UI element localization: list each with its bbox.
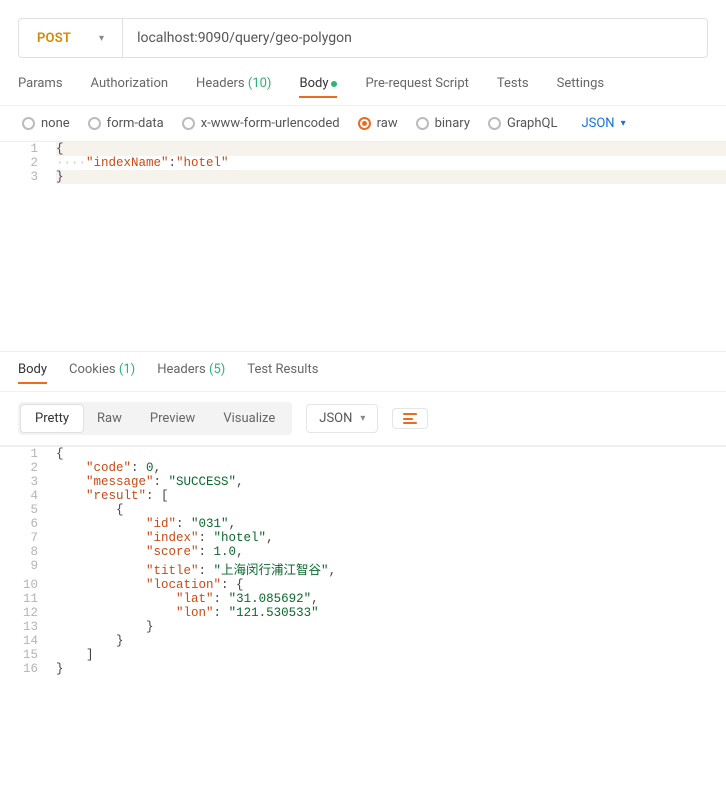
code-line: 8 "score": 1.0,: [0, 545, 726, 559]
line-number: 3: [0, 170, 56, 184]
body-type-graphql[interactable]: GraphQL: [488, 116, 557, 131]
chevron-down-icon: ▾: [621, 118, 626, 129]
line-content: "score": 1.0,: [56, 545, 726, 559]
line-number: 12: [0, 606, 56, 620]
body-type-formdata[interactable]: form-data: [88, 116, 164, 131]
tab-tests[interactable]: Tests: [497, 76, 529, 97]
code-line: 10 "location": {: [0, 578, 726, 592]
response-content-type-select[interactable]: JSON ▾: [306, 404, 378, 433]
line-content: "message": "SUCCESS",: [56, 475, 726, 489]
line-number: 2: [0, 156, 56, 170]
method-select[interactable]: POST ▾: [19, 19, 123, 57]
body-type-raw[interactable]: raw: [358, 116, 398, 131]
line-content: }: [56, 634, 726, 648]
line-content: "result": [: [56, 489, 726, 503]
line-content: }: [56, 662, 726, 676]
line-content: }: [56, 170, 726, 184]
line-content: {: [56, 142, 726, 156]
response-tab-headers[interactable]: Headers (5): [157, 362, 225, 383]
line-content: "location": {: [56, 578, 726, 592]
tab-params[interactable]: Params: [18, 76, 63, 97]
code-line: 1{: [0, 447, 726, 461]
response-view-bar: Pretty Raw Preview Visualize JSON ▾: [0, 392, 726, 446]
line-content: "code": 0,: [56, 461, 726, 475]
line-number: 3: [0, 475, 56, 489]
tab-settings[interactable]: Settings: [557, 76, 604, 97]
view-preview[interactable]: Preview: [136, 405, 209, 432]
view-visualize[interactable]: Visualize: [209, 405, 289, 432]
line-number: 16: [0, 662, 56, 676]
code-line: 1{: [0, 142, 726, 156]
response-area: Body Cookies (1) Headers (5) Test Result…: [0, 351, 726, 696]
code-line: 13 }: [0, 620, 726, 634]
view-pretty[interactable]: Pretty: [21, 405, 83, 432]
line-content: "lon": "121.530533": [56, 606, 726, 620]
line-number: 5: [0, 503, 56, 517]
code-line: 16}: [0, 662, 726, 676]
code-line: 3 "message": "SUCCESS",: [0, 475, 726, 489]
tab-authorization[interactable]: Authorization: [91, 76, 169, 97]
line-content: "title": "上海闵行浦江智谷",: [56, 559, 726, 578]
body-type-none[interactable]: none: [22, 116, 70, 131]
line-number: 13: [0, 620, 56, 634]
code-line: 12 "lon": "121.530533": [0, 606, 726, 620]
line-content: ····"indexName":"hotel": [56, 156, 726, 170]
code-line: 7 "index": "hotel",: [0, 531, 726, 545]
code-line: 14 }: [0, 634, 726, 648]
line-number: 14: [0, 634, 56, 648]
line-number: 10: [0, 578, 56, 592]
line-number: 6: [0, 517, 56, 531]
response-tab-body[interactable]: Body: [18, 362, 47, 383]
response-tab-cookies[interactable]: Cookies (1): [69, 362, 135, 383]
line-content: ]: [56, 648, 726, 662]
modified-dot-icon: [331, 81, 337, 87]
line-content: }: [56, 620, 726, 634]
view-raw[interactable]: Raw: [83, 405, 136, 432]
wrap-lines-button[interactable]: [392, 408, 428, 429]
response-body-viewer[interactable]: 1{2 "code": 0,3 "message": "SUCCESS",4 "…: [0, 446, 726, 696]
request-tabs: Params Authorization Headers (10) Body P…: [0, 76, 726, 106]
line-number: 1: [0, 447, 56, 461]
chevron-down-icon: ▾: [360, 413, 365, 424]
line-number: 1: [0, 142, 56, 156]
code-line: 2····"indexName":"hotel": [0, 156, 726, 170]
line-content: "id": "031",: [56, 517, 726, 531]
request-body-editor[interactable]: 1{2····"indexName":"hotel"3}: [0, 141, 726, 351]
url-input[interactable]: localhost:9090/query/geo-polygon: [123, 19, 707, 57]
line-content: "index": "hotel",: [56, 531, 726, 545]
body-type-binary[interactable]: binary: [416, 116, 470, 131]
code-line: 2 "code": 0,: [0, 461, 726, 475]
line-number: 11: [0, 592, 56, 606]
method-label: POST: [37, 31, 71, 46]
raw-content-type-select[interactable]: JSON ▾: [581, 116, 625, 131]
request-url-bar: POST ▾ localhost:9090/query/geo-polygon: [18, 18, 708, 58]
tab-headers[interactable]: Headers (10): [196, 76, 271, 97]
code-line: 11 "lat": "31.085692",: [0, 592, 726, 606]
response-view-segments: Pretty Raw Preview Visualize: [18, 402, 292, 435]
line-number: 8: [0, 545, 56, 559]
chevron-down-icon: ▾: [99, 33, 104, 44]
code-line: 15 ]: [0, 648, 726, 662]
url-text: localhost:9090/query/geo-polygon: [137, 30, 352, 46]
tab-body[interactable]: Body: [299, 76, 337, 97]
line-number: 4: [0, 489, 56, 503]
response-tabs: Body Cookies (1) Headers (5) Test Result…: [0, 362, 726, 392]
line-content: "lat": "31.085692",: [56, 592, 726, 606]
response-tab-test-results[interactable]: Test Results: [247, 362, 318, 383]
line-number: 9: [0, 559, 56, 578]
body-type-row: none form-data x-www-form-urlencoded raw…: [0, 106, 726, 141]
tab-prerequest[interactable]: Pre-request Script: [365, 76, 468, 97]
code-line: 4 "result": [: [0, 489, 726, 503]
body-type-urlencoded[interactable]: x-www-form-urlencoded: [182, 116, 340, 131]
code-line: 5 {: [0, 503, 726, 517]
line-content: {: [56, 447, 726, 461]
code-line: 9 "title": "上海闵行浦江智谷",: [0, 559, 726, 578]
line-number: 2: [0, 461, 56, 475]
line-content: {: [56, 503, 726, 517]
line-number: 15: [0, 648, 56, 662]
line-number: 7: [0, 531, 56, 545]
code-line: 6 "id": "031",: [0, 517, 726, 531]
wrap-lines-icon: [403, 413, 417, 424]
code-line: 3}: [0, 170, 726, 184]
